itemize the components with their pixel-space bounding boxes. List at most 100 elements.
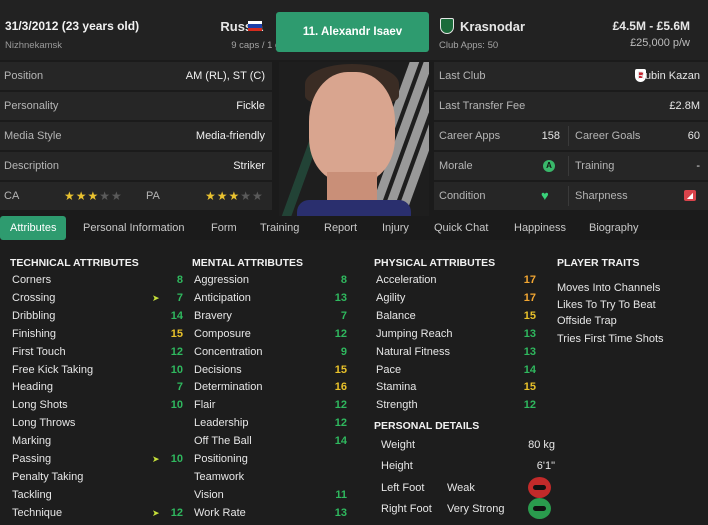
- club-name[interactable]: Krasnodar: [460, 19, 525, 34]
- physical-attribute-row[interactable]: Acceleration 17: [376, 274, 546, 292]
- trait-item[interactable]: Moves Into Channels: [557, 282, 660, 294]
- physical-attribute-row[interactable]: Strength 12: [376, 399, 546, 417]
- technical-attribute-row[interactable]: Finishing 15: [12, 327, 183, 346]
- attribute-value: 13: [334, 291, 347, 304]
- attribute-name: Agility: [376, 291, 406, 304]
- mental-attribute-row[interactable]: Composure 12: [194, 328, 364, 346]
- player-name-button[interactable]: 11. Alexandr Isaev: [276, 12, 429, 52]
- tab-report[interactable]: Report: [324, 216, 357, 240]
- technical-attribute-row[interactable]: Crossing ➤ 7: [12, 291, 183, 310]
- attribute-name: Determination: [194, 381, 263, 394]
- attribute-name: Heading: [12, 381, 53, 394]
- last-club-value[interactable]: Rubin Kazan: [637, 70, 700, 82]
- attribute-name: Anticipation: [194, 291, 251, 304]
- attribute-value: 14: [170, 309, 183, 322]
- left-foot-label: Left Foot: [381, 482, 425, 494]
- attribute-name: Crossing: [12, 291, 56, 304]
- description-value: Striker: [233, 160, 265, 172]
- mental-attribute-row[interactable]: Teamwork: [194, 471, 364, 489]
- last-club-row[interactable]: Last Club Rubin Kazan: [434, 62, 708, 90]
- mental-attribute-row[interactable]: Positioning: [194, 453, 364, 471]
- physical-attribute-row[interactable]: Jumping Reach 13: [376, 328, 546, 346]
- trend-arrow-icon: ➤: [152, 292, 160, 303]
- attribute-value: 13: [523, 327, 536, 340]
- attribute-value: 7: [176, 291, 183, 304]
- technical-attribute-row[interactable]: Passing ➤ 10: [12, 453, 183, 471]
- attribute-name: Dribbling: [12, 309, 56, 322]
- technical-attribute-row[interactable]: First Touch 12: [12, 346, 183, 364]
- condition-sharpness-row: Condition ♥ Sharpness ◢: [434, 182, 708, 210]
- attribute-name: Positioning: [194, 453, 248, 465]
- trait-item[interactable]: Tries First Time Shots: [557, 333, 664, 345]
- technical-attribute-row[interactable]: Heading 7: [12, 381, 183, 399]
- technical-attribute-row[interactable]: Technique ➤ 12: [12, 506, 183, 525]
- mental-attribute-row[interactable]: Aggression 8: [194, 274, 364, 292]
- technical-attribute-row[interactable]: Tackling: [12, 489, 182, 507]
- tab-happiness[interactable]: Happiness: [514, 216, 566, 240]
- tab-personal-information[interactable]: Personal Information: [83, 216, 185, 240]
- mental-attribute-row[interactable]: Leadership 12: [194, 417, 364, 435]
- trait-item[interactable]: Likes To Try To Beat: [557, 299, 656, 311]
- mental-attribute-row[interactable]: Determination 16: [194, 381, 364, 399]
- attribute-name: Corners: [12, 274, 52, 286]
- personal-details-title: PERSONAL DETAILS: [374, 420, 480, 432]
- media-style-label: Media Style: [4, 130, 62, 142]
- wage: £25,000 p/w: [630, 37, 690, 49]
- technical-attribute-row[interactable]: Long Shots 10: [12, 399, 183, 417]
- attribute-value: 14: [523, 363, 536, 376]
- mental-attribute-row[interactable]: Concentration 9: [194, 346, 364, 364]
- attribute-name: Passing: [12, 453, 52, 465]
- tab-training[interactable]: Training: [260, 216, 299, 240]
- technical-attribute-row[interactable]: Marking: [12, 435, 182, 453]
- technical-attribute-row[interactable]: Long Throws: [12, 417, 182, 435]
- mental-attribute-row[interactable]: Decisions 15: [194, 364, 364, 382]
- tab-injury[interactable]: Injury: [382, 216, 409, 240]
- attribute-value: 8: [340, 274, 347, 286]
- attribute-value: 12: [523, 399, 536, 412]
- technical-attribute-row[interactable]: Penalty Taking: [12, 471, 182, 489]
- height-value: 6'1": [536, 460, 555, 472]
- attribute-name: Marking: [12, 435, 52, 448]
- physical-attribute-row[interactable]: Natural Fitness 13: [376, 346, 546, 364]
- attribute-name: Flair: [194, 399, 216, 412]
- birthplace: Nizhnekamsk: [5, 40, 63, 51]
- attribute-name: Free Kick Taking: [12, 363, 94, 376]
- last-transfer-value: £2.8M: [669, 100, 700, 112]
- mental-attribute-row[interactable]: Bravery 7: [194, 310, 364, 328]
- mental-attribute-row[interactable]: Off The Ball 14: [194, 435, 364, 453]
- weight-label: Weight: [381, 439, 416, 451]
- tab-biography[interactable]: Biography: [589, 216, 639, 240]
- mental-attribute-row[interactable]: Anticipation 13: [194, 292, 364, 310]
- position-value: AM (RL), ST (C): [185, 70, 265, 82]
- attribute-value: 12: [170, 506, 183, 519]
- media-style-row: Media Style Media-friendly: [0, 122, 272, 150]
- transfer-value: £4.5M - £5.6M: [612, 19, 690, 33]
- trait-item[interactable]: Offside Trap: [557, 315, 617, 327]
- physical-attribute-row[interactable]: Stamina 15: [376, 381, 546, 399]
- tab-form[interactable]: Form: [211, 216, 237, 240]
- attribute-name: Vision: [194, 488, 224, 501]
- morale-icon[interactable]: A: [543, 160, 555, 172]
- technical-attribute-row[interactable]: Dribbling 14: [12, 309, 183, 328]
- tab-attributes[interactable]: Attributes: [0, 216, 67, 240]
- physical-attribute-row[interactable]: Agility 17: [376, 292, 546, 310]
- physical-attribute-row[interactable]: Balance 15: [376, 310, 546, 328]
- position-row: Position AM (RL), ST (C): [0, 62, 272, 90]
- technical-attribute-row[interactable]: Corners 8: [12, 274, 183, 292]
- attribute-name: Technique: [12, 506, 63, 519]
- mental-attribute-row[interactable]: Work Rate 13: [194, 507, 364, 525]
- mental-attribute-row[interactable]: Flair 12: [194, 399, 364, 417]
- tab-quick-chat[interactable]: Quick Chat: [434, 216, 488, 240]
- attribute-name: Leadership: [194, 417, 249, 430]
- pa-label: PA: [146, 190, 160, 202]
- mental-attribute-row[interactable]: Vision 11: [194, 489, 364, 507]
- attribute-value: 15: [170, 327, 183, 340]
- technical-title: TECHNICAL ATTRIBUTES: [10, 257, 139, 269]
- physical-attribute-row[interactable]: Pace 14: [376, 364, 546, 382]
- russia-flag-icon: [248, 21, 262, 31]
- attribute-name: Natural Fitness: [376, 345, 450, 358]
- attribute-name: Jumping Reach: [376, 327, 453, 340]
- club-apps: Club Apps: 50: [439, 40, 499, 51]
- technical-attribute-row[interactable]: Free Kick Taking 10: [12, 363, 183, 382]
- attribute-value: 15: [523, 309, 536, 322]
